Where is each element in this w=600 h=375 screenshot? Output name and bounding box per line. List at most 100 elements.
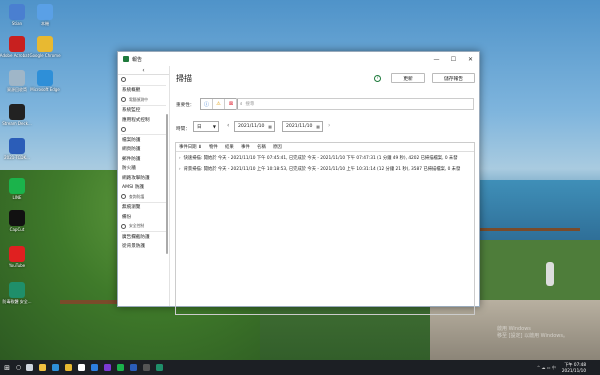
- desktop-shortcut[interactable]: LINE: [2, 178, 32, 208]
- taskbar-app-task-view[interactable]: [23, 360, 36, 375]
- shortcut-icon: [9, 246, 25, 262]
- maximize-button[interactable]: ☐: [445, 52, 462, 66]
- sidebar-item-label: 查詢防護: [129, 193, 145, 199]
- edge-icon: [52, 364, 59, 371]
- taskbar-app-capcut[interactable]: [75, 360, 88, 375]
- desktop-shortcut[interactable]: YouTube: [2, 246, 32, 276]
- period-select[interactable]: 日 ▼: [193, 121, 219, 132]
- severity-filter: ⓘ ⚠ ⊠: [200, 98, 238, 110]
- date-from-field[interactable]: 2021/11/10 ▦: [234, 121, 275, 132]
- sidebar-item-label: 系統監控: [122, 108, 141, 114]
- calendar-icon: ▦: [316, 124, 320, 129]
- sidebar-item[interactable]: 無痕瀏覽: [118, 203, 169, 213]
- expand-row-icon[interactable]: ›: [179, 155, 181, 160]
- desktop-shortcut[interactable]: CapCut: [2, 210, 32, 240]
- sidebar-item[interactable]: 防火牆: [118, 164, 169, 174]
- sidebar-item[interactable]: 網路攻擊防護: [118, 173, 169, 183]
- date-to-field[interactable]: 2021/11/10 ▦: [282, 121, 323, 132]
- minimize-button[interactable]: —: [428, 52, 445, 66]
- taskbar-app-chrome[interactable]: [62, 360, 75, 375]
- circle-icon: [121, 126, 126, 132]
- shortcut-label: CapCut: [9, 227, 25, 232]
- start-button[interactable]: ⊞: [0, 360, 14, 375]
- sidebar-collapse-button[interactable]: ‹: [118, 66, 169, 75]
- sidebar: ‹ 系統概觀 電腦偵測中系統監控 應用程式控制 檔案防護 網頁防護 郵件防護 防火牆 網路攻擊…: [118, 66, 170, 306]
- column-header[interactable]: 結果: [222, 144, 238, 150]
- column-header[interactable]: 名稱: [254, 144, 270, 150]
- date-from-value: 2021/11/10: [238, 124, 265, 129]
- taskbar-app-stream-deck[interactable]: [140, 360, 153, 375]
- desktop-shortcut[interactable]: 資源回收筒: [2, 70, 32, 100]
- taskbar-app-word[interactable]: [127, 360, 140, 375]
- window-titlebar[interactable]: 報告 — ☐ ✕: [118, 52, 479, 66]
- info-filter-icon[interactable]: ⓘ: [201, 99, 213, 109]
- shortcut-label: Microsoft Edge: [30, 87, 60, 92]
- sidebar-subitem[interactable]: 查詢防護: [118, 192, 169, 202]
- calendar-icon: ▦: [268, 124, 272, 129]
- table-row[interactable]: › 背景掃描: 開始於 今天 - 2021/11/10 上午 10:18:53, …: [176, 163, 474, 174]
- close-button[interactable]: ✕: [462, 52, 479, 66]
- sidebar-item[interactable]: 系統概觀: [118, 86, 169, 96]
- search-button[interactable]: ○: [14, 360, 23, 375]
- desktop-shortcut[interactable]: 本機: [30, 4, 60, 34]
- desktop-shortcut[interactable]: Stream Deck...: [2, 104, 32, 134]
- system-tray[interactable]: ^ ☁ ▭ 中: [537, 365, 556, 371]
- taskbar-app-edge[interactable]: [49, 360, 62, 375]
- column-header[interactable]: 事件日期 ⬇: [176, 144, 206, 150]
- sidebar-subitem[interactable]: 安全控制: [118, 222, 169, 232]
- shortcut-icon: [9, 4, 25, 20]
- task-view-icon: [26, 364, 33, 371]
- shield-icon: [121, 97, 126, 103]
- desktop-shortcut[interactable]: 防毒軟體 安全...: [2, 282, 32, 312]
- desktop-shortcut[interactable]: Microsoft Edge: [30, 70, 60, 100]
- taskbar-app-photoshop[interactable]: [88, 360, 101, 375]
- sidebar-scrollbar[interactable]: [166, 114, 168, 254]
- save-report-button[interactable]: 儲存報告: [432, 73, 475, 83]
- help-icon[interactable]: ?: [374, 75, 381, 82]
- warning-filter-icon[interactable]: ⚠: [213, 99, 225, 109]
- shortcut-label: Stian: [11, 21, 23, 26]
- sidebar-item[interactable]: 檔案防護: [118, 135, 169, 145]
- sidebar-section-icon[interactable]: [118, 75, 169, 85]
- taskbar-app-file-explorer[interactable]: [36, 360, 49, 375]
- next-period-button[interactable]: ›: [328, 122, 330, 129]
- update-button[interactable]: 更新: [391, 73, 425, 83]
- desktop-shortcut[interactable]: Google Chrome: [29, 36, 61, 66]
- sidebar-item[interactable]: 郵件防護: [118, 154, 169, 164]
- sidebar-item[interactable]: 網頁防護: [118, 145, 169, 155]
- table-header: 事件日期 ⬇ 物件 結果 事件 名稱 原因: [176, 143, 474, 152]
- desktop-shortcut[interactable]: Stian: [2, 4, 32, 34]
- desktop-person: [546, 262, 554, 286]
- search-input[interactable]: ⌕ 搜尋: [236, 98, 474, 110]
- sidebar-item[interactable]: 系統監控: [118, 106, 169, 116]
- taskbar-clock[interactable]: 下午 07:48 2021/11/10: [562, 362, 586, 373]
- security-report-window: 報告 — ☐ ✕ ‹ 系統概觀 電腦偵測中系統監控 應用程式控制 檔案防護 網頁防護 郵件…: [117, 51, 480, 315]
- sidebar-item[interactable]: 備份: [118, 212, 169, 222]
- shortcut-label: 資源回收筒: [7, 87, 27, 92]
- security-app-icon: [156, 364, 163, 371]
- column-header[interactable]: 事件: [238, 144, 254, 150]
- shortcut-label: 2021-TCDK...: [4, 155, 30, 160]
- shortcut-icon: [9, 138, 25, 154]
- taskbar-app-premiere[interactable]: [101, 360, 114, 375]
- activation-watermark: 啟用 Windows 移至 [設定] 以啟用 Windows。: [497, 326, 568, 339]
- column-header[interactable]: 原因: [270, 144, 286, 150]
- sidebar-item-label: 系統概觀: [122, 88, 141, 94]
- table-row[interactable]: › 快速掃描: 開始於 今天 - 2021/11/10 下午 07:45:41, …: [176, 152, 474, 163]
- taskbar-app-line[interactable]: [114, 360, 127, 375]
- desktop-shortcut[interactable]: Adobe Acrobat ...: [0, 36, 34, 66]
- expand-row-icon[interactable]: ›: [179, 166, 181, 171]
- column-header[interactable]: 物件: [206, 144, 222, 150]
- sidebar-item[interactable]: AMSI 防護: [118, 183, 169, 193]
- sidebar-item[interactable]: 廣告攔截防護: [118, 232, 169, 242]
- taskbar-app-security-app[interactable]: [153, 360, 166, 375]
- sidebar-item[interactable]: 從背景防護: [118, 242, 169, 252]
- shield-icon: [121, 223, 126, 229]
- scan-log-table: 事件日期 ⬇ 物件 結果 事件 名稱 原因 › 快速掃描: 開始於 今天 - 2021/11…: [175, 142, 475, 315]
- previous-period-button[interactable]: ‹: [227, 122, 229, 129]
- app-logo-icon: [123, 56, 129, 62]
- sidebar-section-icon[interactable]: [118, 125, 169, 135]
- sidebar-subitem[interactable]: 電腦偵測中: [118, 95, 169, 105]
- sidebar-item[interactable]: 應用程式控制: [118, 115, 169, 125]
- desktop-shortcut[interactable]: 2021-TCDK...: [2, 138, 32, 168]
